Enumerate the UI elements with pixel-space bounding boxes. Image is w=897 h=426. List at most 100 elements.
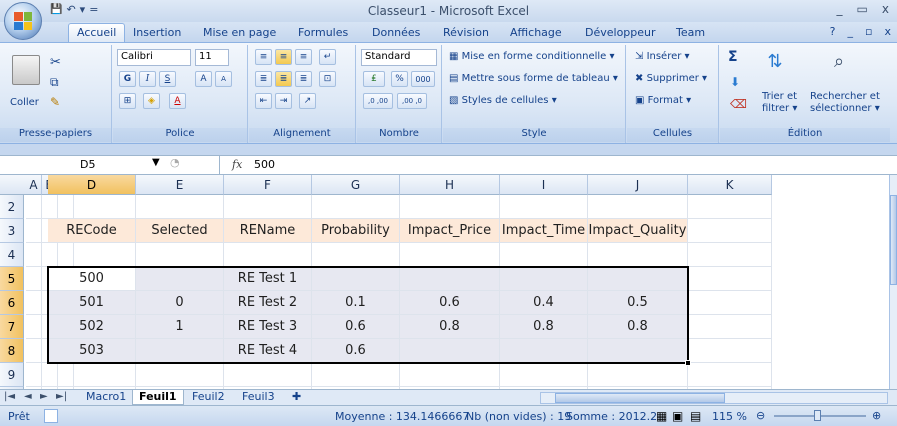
cell-k5[interactable] — [688, 267, 772, 291]
cell-e3[interactable]: Selected — [136, 219, 224, 243]
cell-j9[interactable] — [588, 363, 688, 387]
cell-e4[interactable] — [136, 243, 224, 267]
cell-j2[interactable] — [588, 195, 688, 219]
cell-g3[interactable]: Probability — [312, 219, 400, 243]
cell-d5[interactable]: 500 — [48, 267, 136, 291]
tab-developpeur[interactable]: Développeur — [585, 26, 656, 39]
insert-cells-button[interactable]: ⇲ Insérer ▾ — [635, 51, 690, 62]
align-right-icon[interactable]: ≣ — [295, 71, 312, 87]
fill-handle[interactable] — [685, 360, 691, 366]
sheet-tab-feuil3[interactable]: Feuil3 — [236, 390, 281, 405]
normal-view-icon[interactable]: ▦ — [656, 409, 667, 423]
format-cells-button[interactable]: ▣ Format ▾ — [635, 95, 691, 106]
cell-g6[interactable]: 0.1 — [312, 291, 400, 315]
row-header-9[interactable]: 9 — [0, 363, 24, 387]
cell-f6[interactable]: RE Test 2 — [224, 291, 312, 315]
cell-j8[interactable] — [588, 339, 688, 363]
sort-filter-icon[interactable]: ⇅ — [762, 51, 788, 77]
cell-h5[interactable] — [400, 267, 500, 291]
cell-e5[interactable] — [136, 267, 224, 291]
macro-record-icon[interactable] — [44, 409, 58, 423]
cell-e2[interactable] — [136, 195, 224, 219]
close-button[interactable]: x — [882, 2, 889, 16]
fill-color-icon[interactable]: ◈ — [143, 93, 160, 109]
first-sheet-icon[interactable]: |◄ — [4, 391, 15, 402]
row-header-8[interactable]: 8 — [0, 339, 24, 363]
cell-d4[interactable] — [48, 243, 136, 267]
cell-g2[interactable] — [312, 195, 400, 219]
column-header-k[interactable]: K — [688, 175, 772, 195]
column-header-f[interactable]: F — [224, 175, 312, 195]
name-box[interactable]: D5 ▼ ◔ — [0, 156, 220, 174]
cell-k7[interactable] — [688, 315, 772, 339]
cell-h6[interactable]: 0.6 — [400, 291, 500, 315]
font-size-select[interactable]: 11 — [195, 49, 229, 66]
page-break-view-icon[interactable]: ▤ — [690, 409, 701, 423]
column-header-d[interactable]: D — [48, 175, 136, 195]
grow-font-button[interactable]: A — [195, 71, 212, 87]
column-header-a[interactable]: A — [26, 175, 42, 195]
cell-a4[interactable] — [26, 243, 42, 267]
paste-button[interactable]: Coller — [10, 97, 39, 108]
align-bottom-icon[interactable]: ≡ — [295, 49, 312, 65]
decrease-decimal-button[interactable]: ,00 ,0 — [397, 93, 427, 109]
sheet-tab-feuil1[interactable]: Feuil1 — [132, 390, 184, 405]
last-sheet-icon[interactable]: ►| — [56, 391, 67, 402]
row-header-7[interactable]: 7 — [0, 315, 24, 339]
thousands-button[interactable]: 000 — [411, 71, 435, 87]
column-header-e[interactable]: E — [136, 175, 224, 195]
cell-d3[interactable]: RECode — [48, 219, 136, 243]
paste-icon[interactable] — [12, 55, 40, 85]
cancel-entry-icon[interactable]: ◔ — [170, 156, 180, 169]
clear-icon[interactable]: ⌫ — [730, 97, 747, 111]
find-select-button[interactable]: Rechercher et — [810, 91, 880, 102]
cell-f9[interactable] — [224, 363, 312, 387]
cell-i5[interactable] — [500, 267, 588, 291]
horizontal-scrollbar[interactable] — [540, 392, 888, 404]
cell-g7[interactable]: 0.6 — [312, 315, 400, 339]
row-header-3[interactable]: 3 — [0, 219, 24, 243]
align-middle-icon[interactable]: ≡ — [275, 49, 292, 65]
cell-h4[interactable] — [400, 243, 500, 267]
cell-a9[interactable] — [26, 363, 42, 387]
sort-filter-button[interactable]: Trier et — [762, 91, 797, 102]
cell-k8[interactable] — [688, 339, 772, 363]
cell-d6[interactable]: 501 — [48, 291, 136, 315]
name-box-dropdown-icon[interactable]: ▼ — [152, 157, 160, 168]
font-name-select[interactable]: Calibri — [117, 49, 191, 66]
cell-h8[interactable] — [400, 339, 500, 363]
help-icon[interactable]: ? — [830, 25, 836, 38]
zoom-out-icon[interactable]: ⊖ — [756, 409, 765, 422]
cell-a7[interactable] — [26, 315, 42, 339]
row-header-6[interactable]: 6 — [0, 291, 24, 315]
cell-d9[interactable] — [48, 363, 136, 387]
cell-i8[interactable] — [500, 339, 588, 363]
tab-affichage[interactable]: Affichage — [510, 26, 562, 39]
increase-indent-icon[interactable]: ⇥ — [275, 93, 292, 109]
cell-a5[interactable] — [26, 267, 42, 291]
maximize-button[interactable]: ▭ — [857, 2, 868, 16]
cell-j3[interactable]: Impact_Quality — [588, 219, 688, 243]
insert-sheet-icon[interactable]: ✚ — [286, 390, 307, 405]
borders-icon[interactable]: ⊞ — [119, 93, 136, 109]
cell-g9[interactable] — [312, 363, 400, 387]
row-header-5[interactable]: 5 — [0, 267, 24, 291]
formula-input[interactable]: 500 — [254, 158, 275, 171]
column-header-i[interactable]: I — [500, 175, 588, 195]
conditional-formatting-button[interactable]: ▦ Mise en forme conditionnelle ▾ — [449, 51, 615, 62]
cell-e9[interactable] — [136, 363, 224, 387]
fill-icon[interactable]: ⬇ — [730, 75, 740, 89]
align-center-icon[interactable]: ≣ — [275, 71, 292, 87]
align-left-icon[interactable]: ≣ — [255, 71, 272, 87]
cell-e7[interactable]: 1 — [136, 315, 224, 339]
decrease-indent-icon[interactable]: ⇤ — [255, 93, 272, 109]
currency-icon[interactable]: ₤ — [363, 71, 385, 87]
tab-insertion[interactable]: Insertion — [133, 26, 181, 39]
cell-i6[interactable]: 0.4 — [500, 291, 588, 315]
cell-a2[interactable] — [26, 195, 42, 219]
cell-h9[interactable] — [400, 363, 500, 387]
worksheet-grid[interactable]: ABCDEFGHIJK23RECodeSelectedRENameProbabi… — [0, 175, 889, 389]
column-header-h[interactable]: H — [400, 175, 500, 195]
ribbon-minimize-icon[interactable]: _ — [848, 25, 854, 38]
cell-i3[interactable]: Impact_Time — [500, 219, 588, 243]
